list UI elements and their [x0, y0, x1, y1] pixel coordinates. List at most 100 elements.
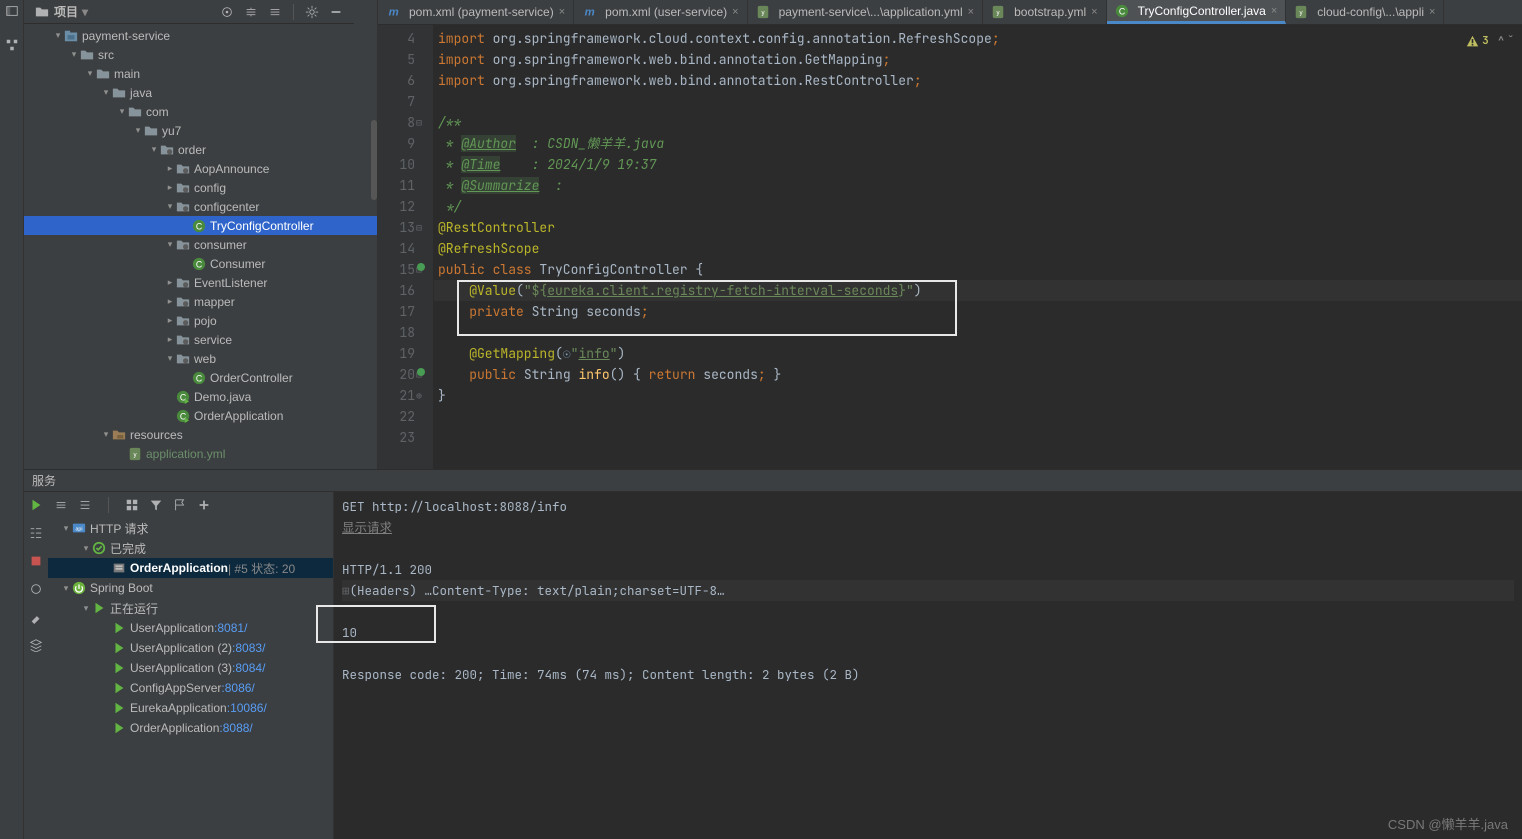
project-tree-item[interactable]: ▾resources — [24, 425, 377, 444]
editor-tab[interactable]: mpom.xml (user-service)× — [574, 0, 747, 24]
hide-icon[interactable] — [329, 5, 343, 19]
response-headers: (Headers) …Content-Type: text/plain;char… — [350, 582, 725, 599]
close-icon[interactable]: × — [559, 6, 565, 18]
close-icon[interactable]: × — [1091, 6, 1097, 18]
show-request-link[interactable]: 显示请求 — [342, 519, 392, 536]
editor-tab[interactable]: mpom.xml (payment-service)× — [378, 0, 574, 24]
code-line[interactable]: import org.springframework.web.bind.anno… — [434, 49, 1522, 70]
project-tree-item[interactable]: COrderController — [24, 368, 377, 387]
stop-icon[interactable] — [29, 554, 43, 568]
code-line[interactable]: */ — [434, 196, 1522, 217]
code-line[interactable]: import org.springframework.cloud.context… — [434, 28, 1522, 49]
close-icon[interactable]: × — [1271, 5, 1277, 17]
services-tree-item[interactable]: EurekaApplication :10086/ — [48, 698, 333, 718]
svg-text:m: m — [585, 7, 595, 19]
project-tree-item[interactable]: ▾com — [24, 102, 377, 121]
debug-icon[interactable] — [29, 582, 43, 596]
project-tool-icon[interactable] — [5, 4, 19, 18]
run-icon[interactable] — [29, 498, 43, 512]
code-line[interactable]: } — [434, 385, 1522, 406]
project-tree-item[interactable]: ▾payment-service — [24, 26, 377, 45]
code-editor[interactable]: ⊟ ⊟ ⊟ ⊟ ⊕ 456789101112131415161718192021… — [378, 25, 1522, 469]
code-line[interactable]: /** — [434, 112, 1522, 133]
project-tree-item[interactable]: ▸mapper — [24, 292, 377, 311]
project-tree-item[interactable]: yapplication.yml — [24, 444, 377, 463]
project-tree-item[interactable]: CDemo.java — [24, 387, 377, 406]
project-label: 项目 — [54, 3, 78, 20]
response-request-line: GET http://localhost:8088/info — [342, 496, 1514, 517]
editor-tab[interactable]: ybootstrap.yml× — [983, 0, 1106, 24]
services-tree-item[interactable]: ▾Spring Boot — [48, 578, 333, 598]
close-icon[interactable]: × — [968, 6, 974, 18]
editor-tab[interactable]: ycloud-config\...\appli× — [1286, 0, 1444, 24]
left-tool-strip — [0, 0, 24, 839]
problems-badge[interactable]: 3 ^ˇ — [1466, 31, 1514, 52]
project-toolbar: 项目 ▾ — [24, 0, 354, 24]
code-line[interactable]: private String seconds; — [434, 301, 1522, 322]
filter-icon[interactable] — [149, 498, 163, 512]
services-tree-item[interactable]: OrderApplication :8088/ — [48, 718, 333, 738]
code-line[interactable]: public String info() { return seconds; } — [434, 364, 1522, 385]
collapse-icon[interactable] — [244, 5, 258, 19]
code-line[interactable]: @GetMapping(☉"info") — [434, 343, 1522, 364]
tree-icon[interactable] — [29, 526, 43, 540]
gear-icon[interactable] — [305, 5, 319, 19]
code-line[interactable]: @RefreshScope — [434, 238, 1522, 259]
code-line[interactable] — [434, 427, 1522, 448]
project-tree-item[interactable]: ▾order — [24, 140, 377, 159]
services-tree-item[interactable]: OrderApplication | #5 状态: 20 — [48, 558, 333, 578]
project-tree-item[interactable]: ▸EventListener — [24, 273, 377, 292]
scrollbar-thumb[interactable] — [371, 120, 377, 200]
code-line[interactable] — [434, 322, 1522, 343]
project-tree-item[interactable]: ▾configcenter — [24, 197, 377, 216]
code-line[interactable]: @Value("${eureka.client.registry-fetch-i… — [434, 280, 1522, 301]
project-tree-item[interactable]: ▸AopAnnounce — [24, 159, 377, 178]
project-tree-item[interactable]: CConsumer — [24, 254, 377, 273]
services-tree-item[interactable]: ▾apiHTTP 请求 — [48, 518, 333, 538]
svg-text:C: C — [1118, 6, 1124, 16]
project-tree-item[interactable]: CTryConfigController — [24, 216, 377, 235]
project-tree-item[interactable]: ▸pojo — [24, 311, 377, 330]
project-tree-item[interactable]: ▾src — [24, 45, 377, 64]
code-line[interactable] — [434, 406, 1522, 427]
project-tree-item[interactable]: ▾yu7 — [24, 121, 377, 140]
code-line[interactable]: * @Author : CSDN_懒羊羊.java — [434, 133, 1522, 154]
services-tree-item[interactable]: ▾已完成 — [48, 538, 333, 558]
services-tree-item[interactable]: UserApplication (3) :8084/ — [48, 658, 333, 678]
code-line[interactable] — [434, 448, 1522, 469]
project-tree-item[interactable]: ▾main — [24, 64, 377, 83]
layers-icon[interactable] — [29, 638, 43, 652]
code-line[interactable] — [434, 91, 1522, 112]
project-tree-item[interactable]: ▾web — [24, 349, 377, 368]
structure-tool-icon[interactable] — [5, 38, 19, 52]
code-line[interactable]: * @Time : 2024/1/9 19:37 — [434, 154, 1522, 175]
project-tree-item[interactable]: ▾java — [24, 83, 377, 102]
project-tree-item[interactable]: COrderApplication — [24, 406, 377, 425]
editor-tab[interactable]: CTryConfigController.java× — [1107, 0, 1287, 24]
code-line[interactable]: import org.springframework.web.bind.anno… — [434, 70, 1522, 91]
http-response-view[interactable]: GET http://localhost:8088/info 显示请求 HTTP… — [334, 492, 1522, 839]
add-icon[interactable] — [197, 498, 211, 512]
project-tree-item[interactable]: ▸service — [24, 330, 377, 349]
services-tree-item[interactable]: ▾正在运行 — [48, 598, 333, 618]
close-icon[interactable]: × — [732, 6, 738, 18]
target-icon[interactable] — [220, 5, 234, 19]
services-tree-item[interactable]: UserApplication (2) :8083/ — [48, 638, 333, 658]
code-line[interactable]: * @Summarize : — [434, 175, 1522, 196]
editor-tab[interactable]: ypayment-service\...\application.yml× — [748, 0, 984, 24]
grid-icon[interactable] — [125, 498, 139, 512]
project-tree-item[interactable]: ▾consumer — [24, 235, 377, 254]
services-tree-item[interactable]: UserApplication :8081/ — [48, 618, 333, 638]
svg-text:C: C — [196, 259, 202, 269]
close-icon[interactable]: × — [1429, 6, 1435, 18]
code-line[interactable]: @RestController — [434, 217, 1522, 238]
collapse-all-icon[interactable] — [54, 498, 68, 512]
flag-icon[interactable] — [173, 498, 187, 512]
wrench-icon[interactable] — [29, 610, 43, 624]
services-toolbar — [48, 492, 333, 518]
expand-all-icon[interactable] — [78, 498, 92, 512]
expand-icon[interactable] — [268, 5, 282, 19]
code-line[interactable]: public class TryConfigController { — [434, 259, 1522, 280]
project-tree-item[interactable]: ▸config — [24, 178, 377, 197]
services-tree-item[interactable]: ConfigAppServer :8086/ — [48, 678, 333, 698]
